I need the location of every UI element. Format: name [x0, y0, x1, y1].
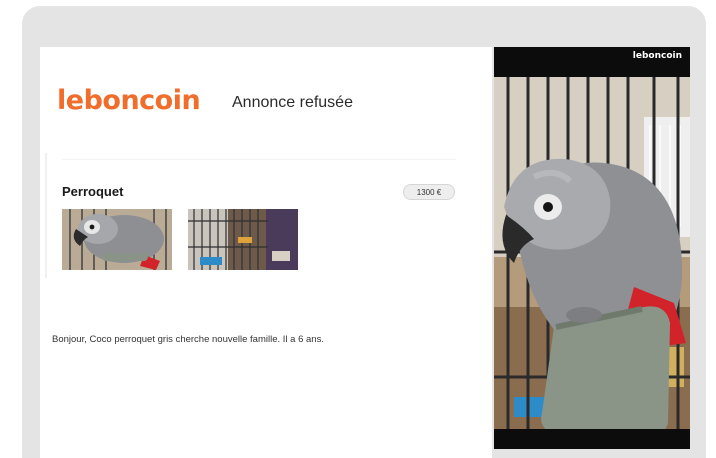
- listing-title[interactable]: Perroquet: [62, 183, 123, 201]
- leboncoin-logo: leboncoin: [57, 85, 201, 116]
- grey-parrot-photo-icon: [494, 77, 690, 449]
- listing-card-border: [45, 153, 47, 278]
- listing-card-divider: [62, 159, 456, 160]
- grey-parrot-photo-icon: [62, 209, 172, 270]
- price-badge: 1300 €: [403, 184, 455, 200]
- listing-description: Bonjour, Coco perroquet gris cherche nou…: [52, 334, 324, 345]
- status-title: Annonce refusée: [232, 94, 353, 111]
- listing-thumbnail-cage[interactable]: [188, 209, 298, 270]
- parrot-photo-preview[interactable]: leboncoin: [494, 47, 690, 449]
- birdcage-photo-icon: [188, 209, 298, 270]
- listing-thumbnail-parrot[interactable]: [62, 209, 172, 270]
